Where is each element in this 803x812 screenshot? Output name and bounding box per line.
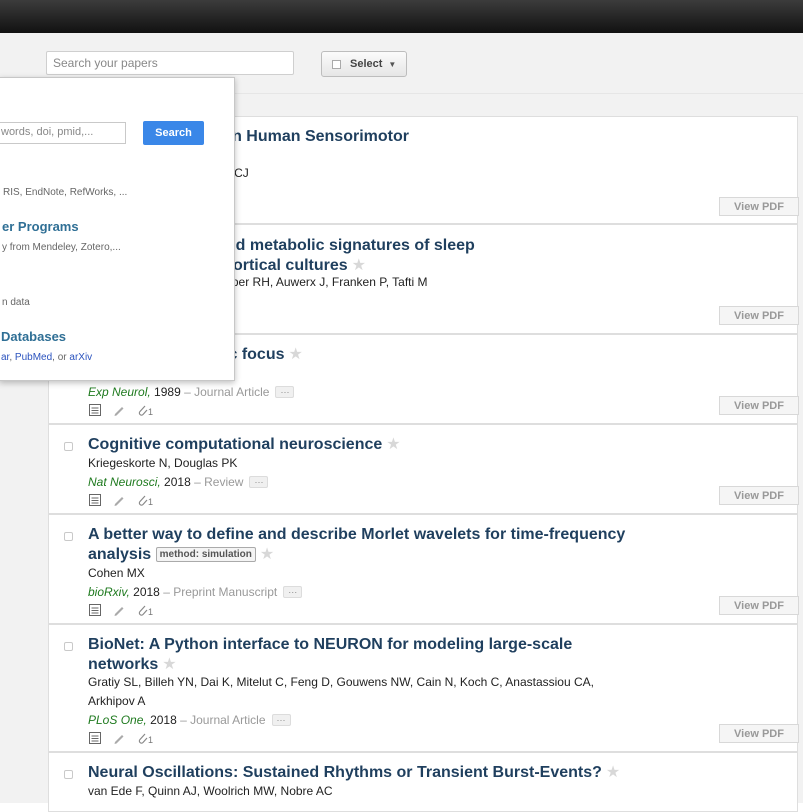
select-label: Select [350, 58, 383, 70]
data-text: n data [2, 297, 30, 308]
paper-type: – Review [194, 475, 244, 489]
view-pdf-button[interactable]: View PDF [719, 724, 799, 743]
paper-actions: 1 [88, 731, 153, 745]
paper-year: 2018 [164, 475, 191, 489]
paper-year: 2018 [133, 585, 160, 599]
paper-title[interactable]: Cognitive computational neuroscience ★ [88, 435, 648, 455]
star-icon[interactable]: ★ [386, 436, 400, 453]
links-sep: , or [52, 352, 70, 363]
attachment-count: 1 [148, 407, 154, 417]
more-button[interactable]: ··· [271, 714, 291, 726]
paper-authors: Kriegeskorte N, Douglas PK [88, 456, 238, 470]
pencil-icon[interactable] [112, 493, 126, 507]
paper-row[interactable]: Cognitive computational neuroscience ★ Kr… [48, 424, 799, 514]
other-programs-link[interactable]: er Programs [2, 219, 79, 234]
attachment-icon[interactable]: 1 [136, 603, 153, 617]
import-formats-text: RIS, EndNote, RefWorks, ... [3, 187, 128, 198]
paper-row[interactable]: Neural Oscillations: Sustained Rhythms o… [48, 752, 798, 812]
view-pdf-button[interactable]: View PDF [719, 306, 799, 325]
attachment-count: 1 [148, 735, 154, 745]
attachment-icon[interactable]: 1 [136, 493, 153, 507]
notes-icon[interactable] [88, 731, 102, 745]
star-icon[interactable]: ★ [288, 346, 302, 363]
paper-year: 2018 [150, 713, 177, 727]
view-pdf-button[interactable]: View PDF [719, 396, 799, 415]
star-icon[interactable]: ★ [606, 764, 620, 781]
paper-meta: PLoS One, 2018 – Journal Article ··· [88, 712, 291, 728]
paper-authors: van Ede F, Quinn AJ, Woolrich MW, Nobre … [88, 784, 333, 798]
popup-search-button[interactable]: Search [143, 121, 204, 145]
notes-icon[interactable] [88, 603, 102, 617]
star-icon[interactable]: ★ [162, 656, 176, 673]
paper-type: – Preprint Manuscript [163, 585, 278, 599]
attachment-count: 1 [148, 497, 154, 507]
view-pdf-button[interactable]: View PDF [719, 486, 799, 505]
more-button[interactable]: ··· [249, 476, 269, 488]
databases-links: ar, PubMed, or arXiv [1, 352, 92, 363]
paper-meta: bioRxiv, 2018 – Preprint Manuscript ··· [88, 584, 303, 600]
paper-journal: Exp Neurol, [88, 385, 151, 399]
view-pdf-button[interactable]: View PDF [719, 197, 799, 216]
view-pdf-button[interactable]: View PDF [719, 596, 799, 615]
pencil-icon[interactable] [112, 731, 126, 745]
row-checkbox[interactable] [64, 442, 73, 451]
other-programs-desc: y from Mendeley, Zotero,... [2, 242, 121, 253]
paper-journal: bioRxiv, [88, 585, 130, 599]
paper-type: – Journal Article [184, 385, 270, 399]
paper-authors: Gratiy SL, Billeh YN, Dai K, Mitelut C, … [88, 675, 594, 708]
paper-actions: 1 [88, 403, 153, 417]
attachment-icon[interactable]: 1 [136, 731, 153, 745]
notes-icon[interactable] [88, 403, 102, 417]
more-button[interactable]: ··· [283, 586, 303, 598]
arxiv-link[interactable]: arXiv [69, 352, 92, 363]
paper-title[interactable]: Neural Oscillations: Sustained Rhythms o… [88, 763, 648, 783]
star-icon[interactable]: ★ [260, 546, 274, 563]
pencil-icon[interactable] [112, 403, 126, 417]
paper-year: 1989 [154, 385, 181, 399]
add-papers-popup: words, doi, pmid,... Search RIS, EndNote… [0, 77, 235, 381]
app-top-bar [0, 0, 803, 33]
databases-link[interactable]: Databases [1, 329, 66, 344]
paper-actions: 1 [88, 493, 153, 507]
paper-tag[interactable]: method: simulation [155, 547, 256, 562]
pencil-icon[interactable] [112, 603, 126, 617]
popup-search-input[interactable]: words, doi, pmid,... [0, 122, 126, 144]
paper-title[interactable]: BioNet: A Python interface to NEURON for… [88, 635, 648, 675]
attachment-count: 1 [148, 607, 154, 617]
paper-type: – Journal Article [180, 713, 266, 727]
more-button[interactable]: ··· [275, 386, 295, 398]
pubmed-link[interactable]: PubMed [15, 352, 52, 363]
attachment-icon[interactable]: 1 [136, 403, 153, 417]
paper-actions: 1 [88, 603, 153, 617]
paper-title[interactable]: A better way to define and describe Morl… [88, 525, 648, 565]
paper-journal: Nat Neurosci, [88, 475, 161, 489]
paper-meta: Exp Neurol, 1989 – Journal Article ··· [88, 384, 295, 400]
chevron-down-icon: ▼ [388, 59, 397, 69]
select-button[interactable]: Select ▼ [321, 51, 407, 77]
select-checkbox[interactable] [332, 59, 341, 69]
paper-authors: Cohen MX [88, 566, 145, 580]
paper-row[interactable]: A better way to define and describe Morl… [48, 514, 799, 624]
paper-meta: Nat Neurosci, 2018 – Review ··· [88, 474, 269, 490]
search-input[interactable] [46, 51, 294, 75]
paper-journal: PLoS One, [88, 713, 147, 727]
notes-icon[interactable] [88, 493, 102, 507]
row-checkbox[interactable] [64, 642, 73, 651]
star-icon[interactable]: ★ [352, 257, 366, 274]
row-checkbox[interactable] [64, 532, 73, 541]
paper-row[interactable]: BioNet: A Python interface to NEURON for… [48, 624, 799, 752]
row-checkbox[interactable] [64, 770, 73, 779]
